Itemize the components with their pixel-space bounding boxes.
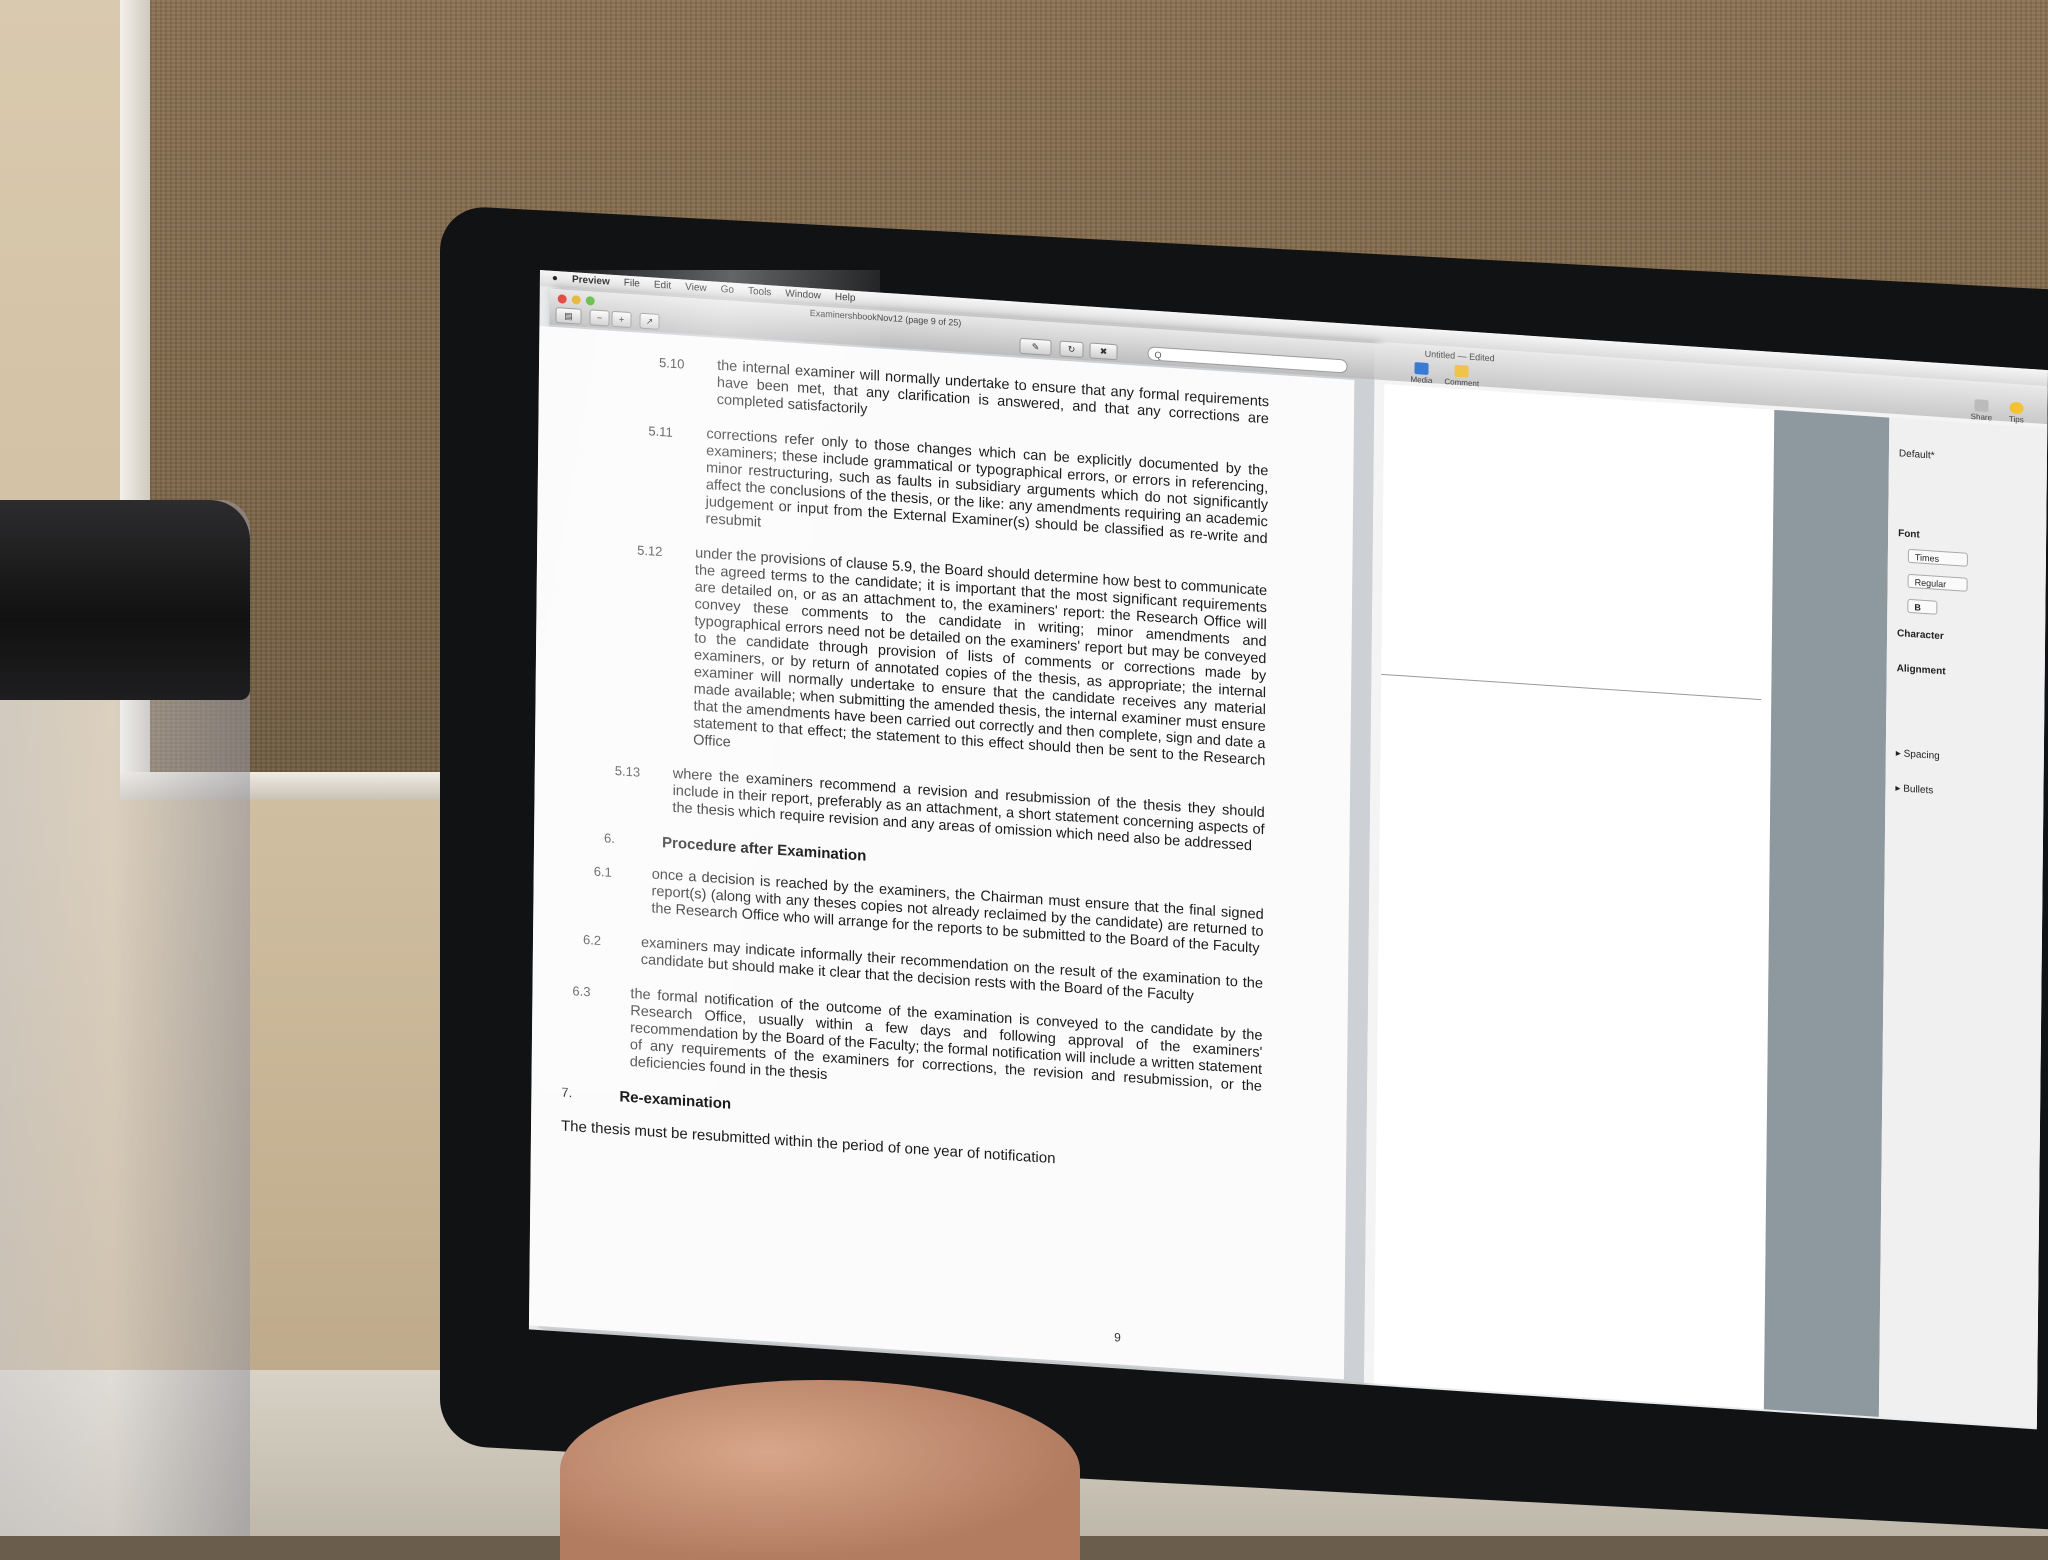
editor-gutter [1763, 409, 1890, 1417]
rotate-icon[interactable]: ↻ [1059, 340, 1084, 359]
menu-edit[interactable]: Edit [654, 278, 671, 295]
comment-icon [1454, 364, 1469, 378]
editor-document[interactable] [1373, 384, 1776, 1410]
annotate-pen-icon[interactable]: ✎ [1019, 337, 1052, 356]
pdf-page: 5.10 the internal examiner will normally… [528, 325, 1355, 1380]
sidebar-toggle-button[interactable]: ▤ [555, 307, 582, 325]
spacing-disclosure[interactable]: ▸ Spacing [1896, 748, 1940, 762]
alignment-label: Alignment [1896, 663, 1946, 678]
character-label: Character [1897, 628, 1944, 643]
font-name-select[interactable]: Times [1907, 548, 1968, 567]
tips-icon [2009, 401, 2024, 415]
editor-title: Untitled — Edited [1424, 348, 1495, 364]
menu-window[interactable]: Window [785, 286, 821, 304]
font-style-select[interactable]: Regular [1907, 573, 1968, 592]
tips-button[interactable]: Tips [1999, 401, 2033, 425]
preview-window: ExaminershbookNov12 (page 9 of 25) ▤ − +… [528, 288, 1375, 1383]
share-icon[interactable]: ↗ [639, 312, 660, 330]
bold-button[interactable]: B [1907, 598, 1938, 615]
zoom-button[interactable] [585, 296, 595, 306]
menu-view[interactable]: View [685, 280, 707, 297]
page-number: 9 [1114, 1330, 1121, 1345]
share-button[interactable]: Share [1964, 399, 1998, 423]
comment-button[interactable]: Comment [1444, 364, 1479, 388]
editor-window: Untitled — Edited Media Comment Share Ti… [1363, 343, 2048, 1428]
bullets-disclosure[interactable]: ▸ Bullets [1895, 783, 1933, 797]
apple-menu-icon[interactable]: ● [552, 271, 558, 287]
hand [560, 1380, 1080, 1560]
menu-tools[interactable]: Tools [748, 284, 772, 302]
close-button[interactable] [557, 294, 567, 304]
menu-help[interactable]: Help [835, 290, 856, 307]
format-inspector: Default* Font Times Regular B Character … [1878, 417, 2048, 1428]
zoom-in-icon[interactable]: + [611, 310, 632, 329]
media-button[interactable]: Media [1404, 361, 1438, 385]
screen: ● Preview File Edit View Go Tools Window… [528, 270, 2048, 1430]
minimize-button[interactable] [571, 295, 581, 305]
share-icon [1974, 399, 1989, 413]
menu-go[interactable]: Go [721, 282, 735, 299]
menu-file[interactable]: File [624, 276, 640, 293]
paragraph-style[interactable]: Default* [1899, 448, 1935, 461]
markup-toolbar-icon[interactable]: ✖ [1089, 342, 1118, 361]
menu-app-name[interactable]: Preview [572, 272, 610, 290]
media-icon [1414, 362, 1429, 375]
font-label: Font [1898, 528, 1920, 541]
bottle-cap [0, 500, 250, 700]
zoom-out-icon[interactable]: − [589, 309, 610, 327]
paragraph-5-12: 5.12 under the provisions of clause 5.9,… [637, 542, 1268, 770]
